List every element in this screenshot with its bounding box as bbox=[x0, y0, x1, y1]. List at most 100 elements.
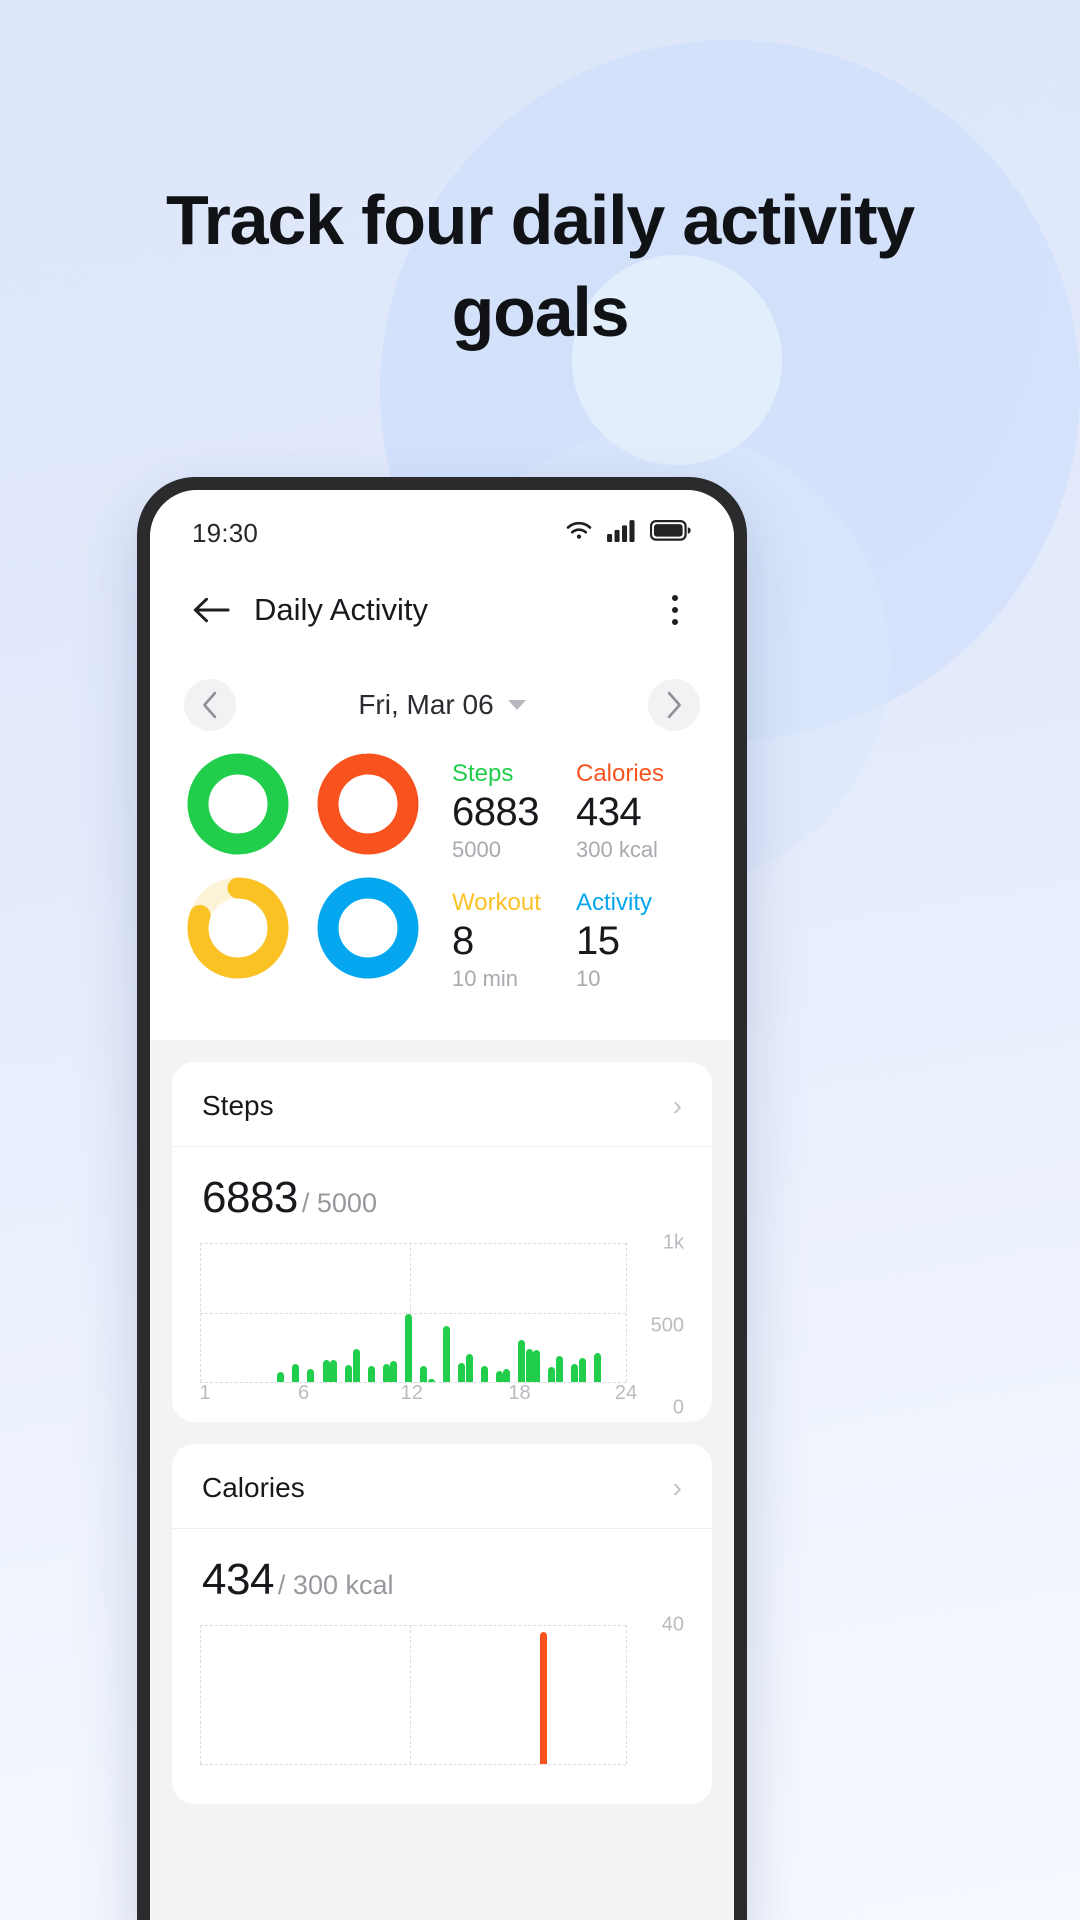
metric-goal: / 300 kcal bbox=[277, 1570, 394, 1600]
chart-x-tick-label: 18 bbox=[508, 1382, 531, 1404]
phone-mockup: 19:30 Daily Activity Fri, Mar 06 Steps 6… bbox=[137, 477, 747, 1920]
card-calories[interactable]: Calories › 434 / 300 kcal 40 bbox=[172, 1444, 712, 1804]
chart-x-axis: 1 6 12 18 24 bbox=[199, 1382, 638, 1408]
battery-icon bbox=[649, 519, 692, 547]
date-navigation: Fri, Mar 06 bbox=[150, 668, 734, 742]
chart-bar bbox=[307, 1368, 315, 1382]
chevron-left-icon bbox=[203, 691, 217, 719]
chart-bar bbox=[382, 1363, 390, 1382]
stat-value: 6883 bbox=[452, 790, 539, 834]
rings-row-top bbox=[184, 750, 424, 858]
chevron-right-icon: › bbox=[672, 1090, 682, 1121]
summary-content: Steps 6883 5000 Calories 434 300 kcal Wo… bbox=[150, 742, 734, 998]
chart-bar bbox=[480, 1366, 488, 1382]
chart-bar bbox=[578, 1357, 586, 1382]
card-header[interactable]: Calories › bbox=[172, 1444, 712, 1529]
stat-label: Activity bbox=[576, 889, 653, 916]
activity-rings bbox=[184, 750, 424, 998]
chart-vertical-gridline bbox=[626, 1243, 627, 1382]
chart-bar bbox=[593, 1352, 601, 1382]
chart-bar bbox=[465, 1354, 473, 1382]
card-title: Steps bbox=[202, 1090, 274, 1121]
page-headline: Track four daily activity goals bbox=[165, 181, 915, 351]
wifi-icon bbox=[564, 519, 594, 547]
chart-bars bbox=[200, 1243, 626, 1382]
steps-bar-chart: 0 500 1k 1 6 12 18 24 bbox=[199, 1232, 684, 1419]
chart-plot-area bbox=[200, 1243, 627, 1383]
metric-value: 434 bbox=[202, 1555, 274, 1604]
chart-bar bbox=[503, 1368, 511, 1382]
card-header[interactable]: Steps › bbox=[172, 1062, 712, 1147]
stat-value: 434 bbox=[576, 790, 642, 834]
chart-bar bbox=[322, 1359, 330, 1382]
stat-workout: Workout 8 10 min bbox=[452, 889, 576, 998]
stat-calories: Calories 434 300 kcal bbox=[576, 760, 700, 869]
metric-goal: / 5000 bbox=[301, 1188, 377, 1218]
previous-day-button[interactable] bbox=[184, 679, 236, 731]
stat-label: Calories bbox=[576, 760, 665, 787]
chart-x-tick-label: 1 bbox=[199, 1382, 211, 1404]
chart-bar bbox=[277, 1372, 285, 1382]
cellular-signal-icon bbox=[607, 519, 637, 547]
chart-bar bbox=[525, 1348, 533, 1382]
stat-goal: 5000 bbox=[452, 836, 501, 862]
stat-activity: Activity 15 10 bbox=[576, 889, 700, 998]
next-day-button[interactable] bbox=[648, 679, 700, 731]
chart-bar bbox=[555, 1355, 563, 1382]
chart-bars bbox=[200, 1625, 626, 1764]
stat-value: 8 bbox=[452, 919, 474, 963]
back-button[interactable] bbox=[184, 583, 238, 637]
page-title: Daily Activity bbox=[254, 592, 428, 627]
chart-bar bbox=[390, 1361, 398, 1382]
chart-bar bbox=[571, 1363, 579, 1382]
kebab-dot bbox=[672, 619, 678, 625]
chart-baseline bbox=[200, 1764, 626, 1765]
ring-activity[interactable] bbox=[314, 874, 422, 982]
stat-value: 15 bbox=[576, 919, 620, 963]
ring-workout[interactable] bbox=[184, 874, 292, 982]
status-time: 19:30 bbox=[192, 517, 259, 548]
chart-y-tick-label: 40 bbox=[661, 1613, 684, 1636]
chart-y-tick-label: 0 bbox=[672, 1396, 684, 1419]
chart-bar bbox=[405, 1313, 413, 1382]
chart-bar bbox=[548, 1366, 556, 1382]
calories-bar-chart: 40 bbox=[200, 1614, 684, 1790]
chart-bar bbox=[420, 1366, 428, 1382]
stats-grid: Steps 6883 5000 Calories 434 300 kcal Wo… bbox=[424, 750, 700, 998]
card-metric: 6883 / 5000 bbox=[172, 1147, 712, 1229]
chart-bar bbox=[533, 1350, 541, 1382]
app-bar: Daily Activity bbox=[150, 562, 734, 658]
more-options-button[interactable] bbox=[650, 583, 700, 637]
chart-bar bbox=[443, 1326, 450, 1382]
chart-bar bbox=[495, 1370, 503, 1382]
chart-x-tick-label: 12 bbox=[400, 1382, 423, 1404]
card-steps[interactable]: Steps › 6883 / 5000 0 500 1k 1 6 12 18 24 bbox=[172, 1062, 712, 1422]
ring-steps[interactable] bbox=[184, 750, 292, 858]
current-date-label: Fri, Mar 06 bbox=[358, 689, 494, 720]
stat-goal: 10 min bbox=[452, 965, 519, 991]
kebab-dot bbox=[672, 595, 678, 601]
stat-label: Workout bbox=[452, 889, 541, 916]
chart-bar bbox=[352, 1349, 360, 1382]
date-selector[interactable]: Fri, Mar 06 bbox=[236, 689, 648, 721]
stat-steps: Steps 6883 5000 bbox=[452, 760, 576, 869]
chart-bar bbox=[345, 1365, 353, 1382]
card-title: Calories bbox=[202, 1472, 305, 1503]
chart-bar bbox=[458, 1363, 466, 1382]
chart-bar bbox=[292, 1363, 300, 1382]
chevron-down-icon bbox=[507, 700, 526, 710]
summary-panel: Fri, Mar 06 Steps 6883 5000 Calories 434… bbox=[150, 658, 734, 1040]
chart-vertical-gridline bbox=[626, 1625, 627, 1764]
chart-bar bbox=[518, 1340, 526, 1382]
status-icons bbox=[564, 519, 692, 547]
card-metric: 434 / 300 kcal bbox=[172, 1529, 712, 1611]
chart-plot-area bbox=[200, 1625, 627, 1765]
ring-calories[interactable] bbox=[314, 750, 422, 858]
chart-x-tick-label: 6 bbox=[297, 1382, 310, 1404]
chart-y-tick-label: 1k bbox=[662, 1231, 684, 1254]
chevron-right-icon: › bbox=[672, 1472, 682, 1503]
chart-y-tick-label: 500 bbox=[650, 1314, 684, 1336]
status-bar: 19:30 bbox=[150, 490, 734, 562]
stat-goal: 300 kcal bbox=[576, 836, 658, 862]
chart-bar bbox=[539, 1631, 547, 1764]
